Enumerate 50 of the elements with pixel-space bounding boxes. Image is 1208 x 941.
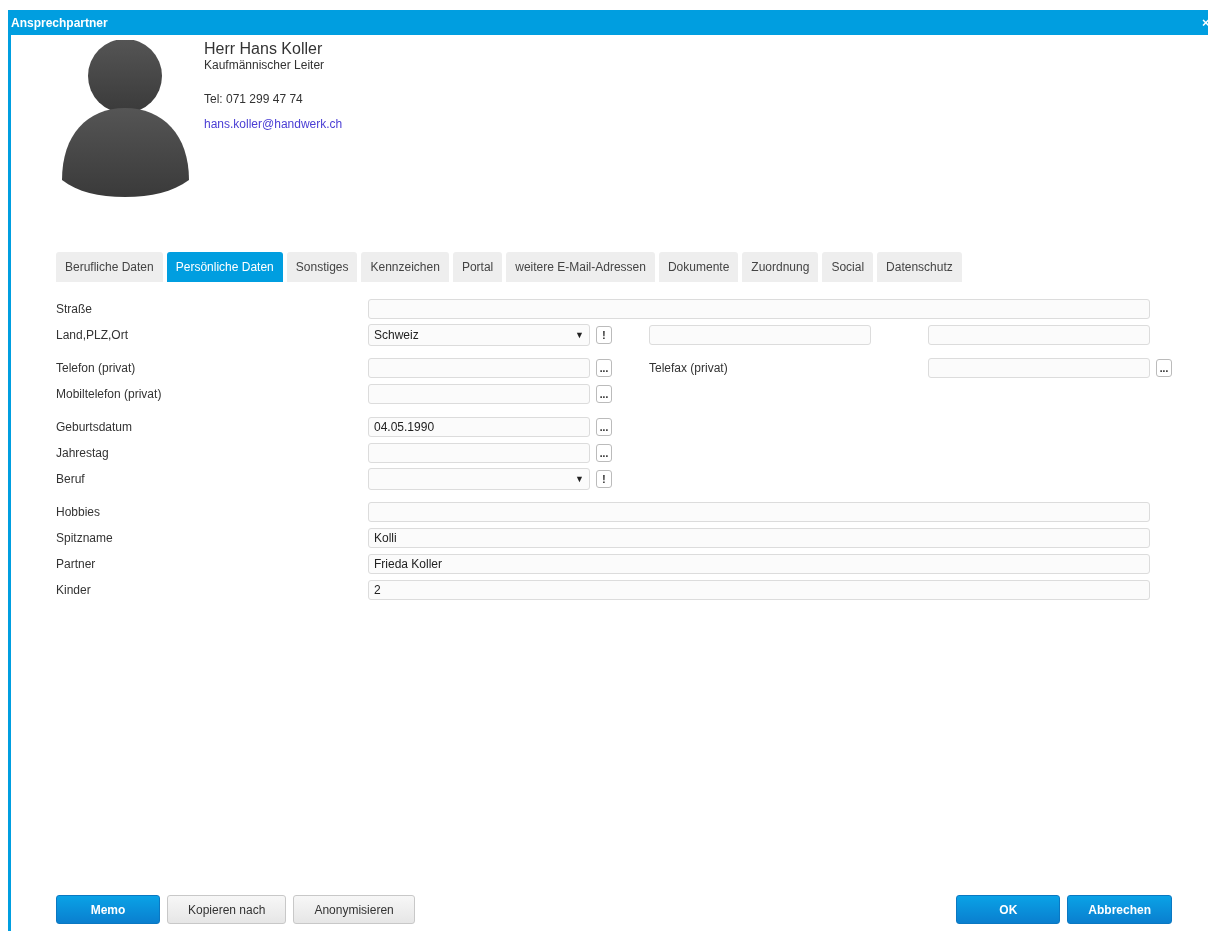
tab[interactable]: Portal: [452, 252, 503, 282]
field-label: Hobbies: [56, 505, 102, 519]
footer-button[interactable]: Kopieren nach: [167, 895, 287, 924]
field-label: Mobiltelefon (privat): [56, 387, 163, 401]
field-button[interactable]: ...: [596, 418, 612, 436]
tab[interactable]: weitere E-Mail-Adressen: [506, 252, 655, 282]
field-label: Geburtsdatum: [56, 420, 134, 434]
field-button[interactable]: ...: [1156, 359, 1172, 377]
field-button[interactable]: ...: [596, 385, 612, 403]
input-field[interactable]: [368, 502, 1150, 522]
tab[interactable]: Social: [822, 252, 874, 282]
field-label: Beruf: [56, 472, 86, 486]
tab[interactable]: Sonstiges: [286, 252, 358, 282]
dropdown[interactable]: ▼: [368, 468, 590, 490]
field-button[interactable]: !: [596, 326, 612, 344]
tab[interactable]: Dokumente: [658, 252, 739, 282]
field-label: Jahrestag: [56, 446, 110, 460]
field-label: Partner: [56, 557, 97, 571]
tab[interactable]: Zuordnung: [742, 252, 819, 282]
input-field[interactable]: Frieda Koller: [368, 554, 1150, 574]
avatar-icon: [62, 40, 189, 197]
input-field[interactable]: [368, 299, 1150, 319]
field-label: Telefax (privat): [649, 361, 729, 375]
window-title: Ansprechpartner: [11, 15, 108, 30]
input-field[interactable]: Kolli: [368, 528, 1150, 548]
footer-button[interactable]: Anonymisieren: [293, 895, 415, 924]
field-label: Straße: [56, 302, 93, 316]
tab[interactable]: Kennzeichen: [361, 252, 449, 282]
field-button[interactable]: ...: [596, 359, 612, 377]
input-field[interactable]: 04.05.1990: [368, 417, 590, 437]
input-field[interactable]: [368, 358, 590, 378]
input-field[interactable]: [928, 358, 1150, 378]
field-label: Kinder: [56, 583, 92, 597]
email-link[interactable]: hans.koller@handwerk.ch: [204, 117, 343, 131]
field-label: Land,PLZ,Ort: [56, 328, 130, 342]
contact-name: Herr Hans Koller: [204, 40, 324, 58]
input-field[interactable]: [368, 384, 590, 404]
contact-phone: Tel: 071 299 47 74: [204, 92, 304, 106]
input-field[interactable]: [649, 325, 871, 345]
input-field[interactable]: [928, 325, 1150, 345]
dropdown[interactable]: Schweiz ▼: [368, 324, 590, 346]
input-field[interactable]: [368, 443, 590, 463]
field-label: Telefon (privat): [56, 361, 137, 375]
field-button[interactable]: ...: [596, 444, 612, 462]
tab[interactable]: Datenschutz: [877, 252, 962, 282]
input-field[interactable]: 2: [368, 580, 1150, 600]
tab[interactable]: Berufliche Daten: [56, 252, 163, 282]
field-label: Spitzname: [56, 531, 114, 545]
contact-position: Kaufmännischer Leiter: [204, 58, 326, 72]
field-button[interactable]: !: [596, 470, 612, 488]
